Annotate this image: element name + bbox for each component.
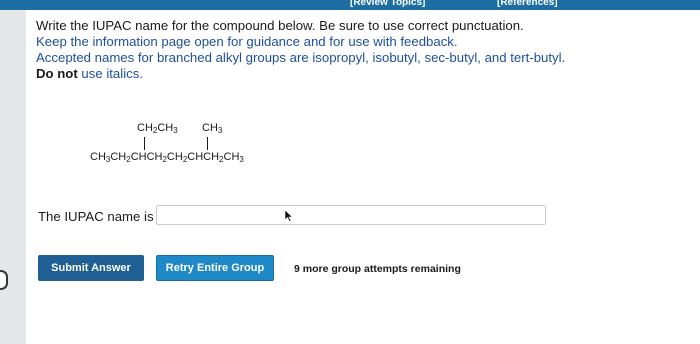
page: [Review Topics] [References] Write the I… [0,0,700,344]
instruction-line-4: Do not use italics. [36,66,686,82]
mouse-pointer-icon [284,210,294,222]
instruction-line-3: Accepted names for branched alkyl groups… [36,50,566,65]
instruction-line-4-rest: use italics. [77,66,143,81]
review-topics-link[interactable]: [Review Topics] [350,0,425,8]
main-chain: CH3CH2CHCH2CH2CHCH2CH3 [90,151,244,164]
question-card: Write the IUPAC name for the compound be… [26,10,700,344]
compound-structure: CH2CH3 CH3 CH3CH2CHCH2CH2CHCH2CH3 [90,122,290,174]
attempts-remaining: 9 more group attempts remaining [294,263,461,275]
instruction-line-2: Keep the information page open for guida… [36,34,458,49]
instructions: Write the IUPAC name for the compound be… [36,18,686,82]
methyl-substituent: CH3 [202,122,223,135]
references-link[interactable]: [References] [497,0,558,8]
ethyl-substituent: CH2CH3 [137,122,178,135]
do-not-emphasis: Do not [36,66,78,81]
left-rail [0,10,26,344]
header-links: [Review Topics] [References] [0,0,700,9]
instruction-line-1: Write the IUPAC name for the compound be… [36,18,524,33]
answer-label: The IUPAC name is [38,209,154,224]
retry-entire-group-button[interactable]: Retry Entire Group [156,255,274,281]
bond-line-methyl [207,137,208,150]
bond-line-ethyl [144,137,145,150]
submit-answer-button[interactable]: Submit Answer [38,255,144,281]
iupac-name-input[interactable] [156,205,546,225]
